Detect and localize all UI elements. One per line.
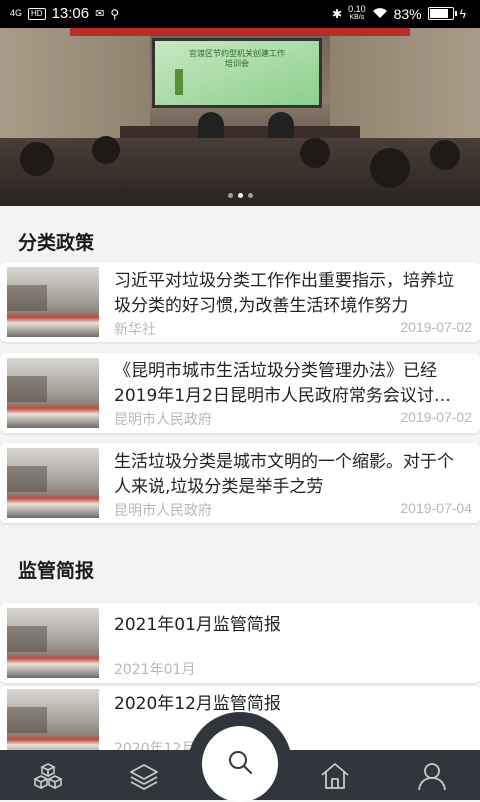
policy-title: 习近平对垃圾分类工作作出重要指示，培养垃圾分类的好习惯,为改善生活环境作努力	[114, 271, 454, 316]
banner-audience-head	[370, 148, 410, 188]
hd-badge: HD	[28, 7, 46, 20]
report-thumbnail	[7, 689, 99, 759]
search-button[interactable]	[202, 726, 278, 802]
network-indicator: 4G	[10, 8, 23, 18]
policy-source: 昆明市人民政府	[114, 503, 212, 519]
report-date: 2021年01月	[114, 662, 196, 678]
carousel-dot[interactable]	[227, 193, 233, 198]
carousel-dot[interactable]	[237, 193, 243, 198]
report-thumbnail	[7, 608, 99, 678]
network-speed: 0.10 KB/s	[348, 5, 366, 22]
banner-speaker	[198, 112, 224, 140]
policy-source: 昆明市人民政府	[114, 412, 212, 428]
policy-date: 2019-07-02	[400, 409, 472, 425]
policy-card[interactable]: 习近平对垃圾分类工作作出重要指示，培养垃圾分类的好习惯,为改善生活环境作努力 新…	[0, 262, 480, 342]
report-title: 2021年01月监管简报	[114, 615, 281, 635]
policy-date: 2019-07-04	[400, 500, 472, 516]
policy-title: 《昆明市城市生活垃圾分类管理办法》已经2019年1月2日昆明市人民政府常务会议讨…	[114, 361, 451, 406]
report-title: 2020年12月监管简报	[114, 694, 281, 714]
banner-wall-left	[0, 28, 150, 138]
policy-date: 2019-07-02	[400, 319, 472, 335]
carousel-dot[interactable]	[247, 193, 253, 198]
usb-icon: ⚲	[110, 6, 120, 21]
policy-card[interactable]: 《昆明市城市生活垃圾分类管理办法》已经2019年1月2日昆明市人民政府常务会议讨…	[0, 353, 480, 433]
layers-icon[interactable]	[124, 756, 164, 796]
banner-projection-screen: 官渡区节约型机关创建工作 培训会	[152, 38, 322, 108]
banner-audience-head	[20, 142, 54, 176]
section-title-policy: 分类政策	[18, 232, 95, 254]
policy-thumbnail	[7, 448, 99, 518]
notification-icon: ✉	[95, 8, 105, 20]
status-time: 13:06	[51, 5, 90, 22]
banner-wall-right	[330, 28, 480, 138]
battery-percent: 83%	[393, 5, 422, 22]
status-bar: 4G HD 13:06 ✉ ⚲ ✱ 0.10 KB/s 83% ϟ	[0, 0, 480, 28]
banner-red-banner	[70, 28, 410, 36]
search-icon	[226, 748, 254, 780]
speed-unit: KB/s	[349, 14, 365, 21]
policy-source: 新华社	[114, 322, 156, 338]
banner-screen-title: 官渡区节约型机关创建工作 培训会	[189, 49, 285, 68]
banner-audience-head	[92, 136, 120, 164]
policy-card[interactable]: 生活垃圾分类是城市文明的一个缩影。对于个人来说,垃圾分类是举手之劳 昆明市人民政…	[0, 443, 480, 523]
banner-audience-head	[300, 138, 330, 168]
banner-audience-head	[430, 140, 460, 170]
battery-icon	[427, 7, 457, 20]
policy-thumbnail	[7, 267, 99, 337]
wifi-icon	[372, 6, 388, 22]
speed-value: 0.10	[348, 4, 366, 14]
user-icon[interactable]	[412, 756, 452, 796]
report-card[interactable]: 2021年01月监管简报 2021年01月	[0, 603, 480, 683]
banner-carousel[interactable]: 官渡区节约型机关创建工作 培训会	[0, 28, 480, 206]
battery-level	[429, 9, 448, 18]
policy-thumbnail	[7, 358, 99, 428]
cubes-icon[interactable]	[28, 756, 68, 796]
bluetooth-icon: ✱	[332, 6, 343, 21]
policy-title: 生活垃圾分类是城市文明的一个缩影。对于个人来说,垃圾分类是举手之劳	[114, 452, 454, 497]
carousel-indicator	[0, 193, 480, 198]
banner-speaker	[268, 112, 294, 140]
section-title-report: 监管简报	[18, 560, 95, 582]
banner-figure	[175, 69, 183, 95]
home-icon[interactable]	[315, 756, 355, 796]
charging-icon: ϟ	[459, 6, 466, 21]
